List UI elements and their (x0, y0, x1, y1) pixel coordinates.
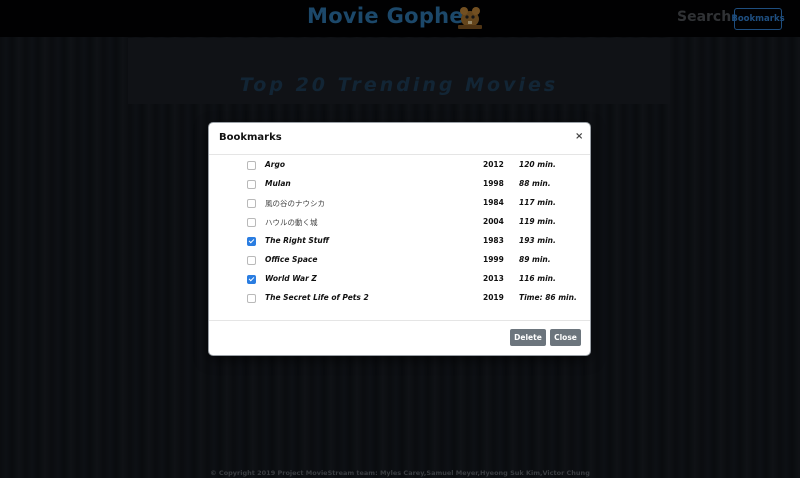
bookmark-runtime: 116 min. (519, 274, 556, 283)
bookmark-row: Office Space 1999 89 min. (209, 251, 590, 270)
bookmark-title: The Right Stuff (265, 236, 329, 245)
bookmark-year: 1984 (483, 198, 504, 207)
bookmark-row: The Right Stuff 1983 193 min. (209, 232, 590, 251)
bookmark-year: 2013 (483, 274, 504, 283)
bookmarks-modal: Bookmarks × Argo 2012 120 min. Mulan 1998 88 … (209, 123, 590, 355)
bookmark-checkbox[interactable] (247, 180, 256, 189)
bookmark-title: The Secret Life of Pets 2 (265, 293, 369, 302)
bookmark-list: Argo 2012 120 min. Mulan 1998 88 min. 風の谷のナウシカ… (209, 156, 590, 308)
bookmark-checkbox[interactable] (247, 218, 256, 227)
bookmark-title: ハウルの動く城 (265, 218, 318, 227)
bookmark-runtime: 120 min. (519, 160, 556, 169)
bookmark-year: 1983 (483, 236, 504, 245)
bookmark-runtime: 89 min. (519, 255, 551, 264)
bookmark-runtime: 88 min. (519, 179, 551, 188)
modal-header: Bookmarks × (209, 123, 590, 155)
bookmark-year: 1999 (483, 255, 504, 264)
bookmark-runtime: 193 min. (519, 236, 556, 245)
page: Movie Gopher Search Bookmarks Top 20 Tre… (0, 0, 800, 478)
bookmark-title: World War Z (265, 274, 317, 283)
bookmark-row: 風の谷のナウシカ 1984 117 min. (209, 194, 590, 213)
bookmark-checkbox[interactable] (247, 199, 256, 208)
bookmark-checkbox[interactable] (247, 294, 256, 303)
bookmark-checkbox[interactable] (247, 237, 256, 246)
bookmark-title: Argo (265, 160, 286, 169)
delete-button[interactable]: Delete (510, 329, 546, 346)
bookmark-runtime: 119 min. (519, 217, 556, 226)
bookmark-year: 2004 (483, 217, 504, 226)
bookmark-runtime: 117 min. (519, 198, 556, 207)
bookmark-title: Office Space (265, 255, 318, 264)
bookmark-row: World War Z 2013 116 min. (209, 270, 590, 289)
bookmark-row: The Secret Life of Pets 2 2019 Time: 86 mi… (209, 289, 590, 308)
close-icon[interactable]: × (575, 131, 583, 142)
bookmark-row: Argo 2012 120 min. (209, 156, 590, 175)
bookmark-row: Mulan 1998 88 min. (209, 175, 590, 194)
bookmark-row: ハウルの動く城 2004 119 min. (209, 213, 590, 232)
bookmark-checkbox[interactable] (247, 256, 256, 265)
bookmark-year: 2012 (483, 160, 504, 169)
modal-footer: Delete Close (209, 320, 590, 356)
bookmark-year: 2019 (483, 293, 504, 302)
modal-title: Bookmarks (219, 132, 282, 143)
bookmark-year: 1998 (483, 179, 504, 188)
bookmark-title: Mulan (265, 179, 291, 188)
bookmark-checkbox[interactable] (247, 161, 256, 170)
bookmark-checkbox[interactable] (247, 275, 256, 284)
bookmark-title: 風の谷のナウシカ (265, 199, 325, 208)
close-button[interactable]: Close (550, 329, 581, 346)
bookmark-runtime: Time: 86 min. (519, 293, 577, 302)
